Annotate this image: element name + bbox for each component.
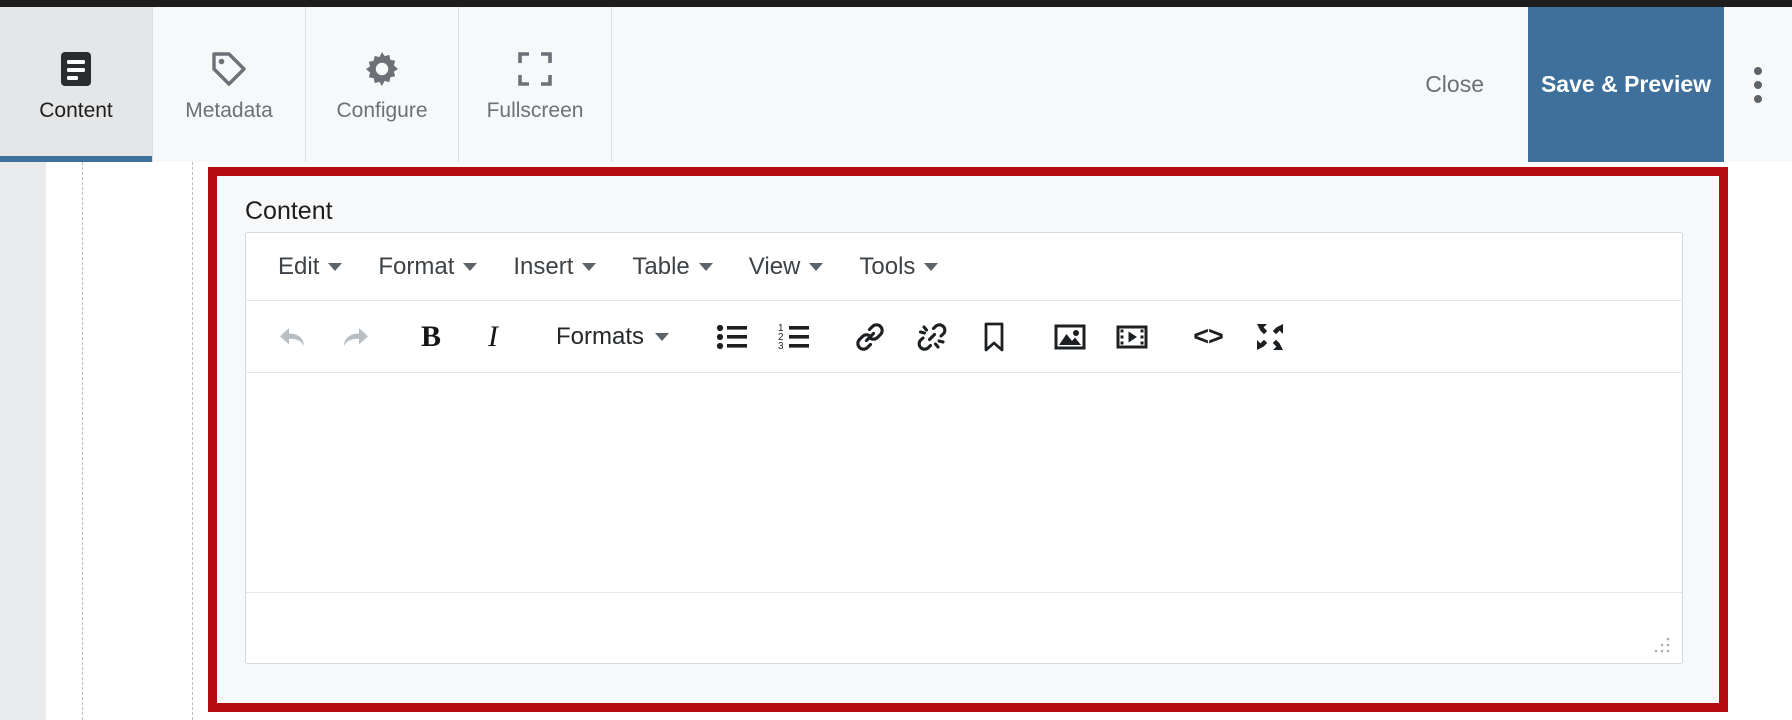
page-title: Content: [245, 197, 333, 225]
menu-insert-label: Insert: [513, 252, 574, 280]
gear-icon: [363, 49, 401, 89]
bold-glyph: B: [420, 319, 441, 353]
expand-corners-icon: [517, 49, 553, 89]
editor-statusbar: [246, 593, 1682, 663]
bold-icon[interactable]: B: [400, 306, 462, 368]
menu-view-label: View: [748, 252, 801, 280]
menu-table[interactable]: Table: [614, 245, 730, 289]
tab-content[interactable]: Content: [0, 7, 153, 162]
editor-toolbar: B I Formats 1 2 3 <>: [246, 301, 1682, 373]
menu-format-label: Format: [378, 252, 455, 280]
chevron-down-icon: [698, 262, 713, 271]
editor-page: Content Metadata Configure Fullscreen Cl…: [0, 0, 1792, 720]
layout-guide-line: [192, 162, 193, 720]
kebab-dot: [1754, 94, 1762, 103]
editor-menubar: Edit Format Insert Table View Tools: [246, 233, 1682, 301]
numbered-list-icon[interactable]: 1 2 3: [763, 306, 825, 368]
chevron-down-icon: [809, 262, 824, 271]
menu-edit-label: Edit: [278, 252, 320, 280]
media-icon[interactable]: [1101, 306, 1163, 368]
image-icon[interactable]: [1039, 306, 1101, 368]
app-header: Content Metadata Configure Fullscreen Cl…: [0, 7, 1792, 162]
chevron-down-icon: [463, 262, 478, 271]
menu-tools-label: Tools: [859, 252, 916, 280]
undo-icon[interactable]: [262, 306, 324, 368]
rich-text-editor: Edit Format Insert Table View Tools B I …: [245, 232, 1683, 664]
link-icon[interactable]: [839, 306, 901, 368]
menu-format[interactable]: Format: [360, 245, 495, 289]
formats-dropdown-label: Formats: [556, 322, 645, 350]
italic-glyph: I: [488, 319, 498, 353]
tab-configure-label: Configure: [336, 98, 428, 122]
bullet-list-icon[interactable]: [701, 306, 763, 368]
tag-icon: [210, 49, 248, 89]
kebab-dot: [1754, 66, 1762, 75]
left-rail: [0, 162, 46, 720]
content-highlight-annotation: Content Edit Format Insert Table View To…: [208, 167, 1728, 712]
fullscreen-icon[interactable]: [1239, 306, 1301, 368]
chevron-down-icon: [924, 262, 939, 271]
menu-table-label: Table: [632, 252, 690, 280]
menu-tools[interactable]: Tools: [841, 245, 956, 289]
header-spacer: [612, 7, 1381, 162]
source-code-glyph: <>: [1193, 321, 1224, 351]
header-tab-group: Content Metadata Configure Fullscreen: [0, 7, 612, 162]
window-top-edge: [0, 0, 1792, 7]
formats-dropdown[interactable]: Formats: [538, 306, 687, 368]
resize-handle-icon[interactable]: [1653, 636, 1671, 654]
kebab-dot: [1754, 80, 1762, 89]
bookmark-icon[interactable]: [963, 306, 1025, 368]
tab-fullscreen-label: Fullscreen: [486, 98, 584, 122]
tab-metadata[interactable]: Metadata: [153, 7, 306, 162]
tab-metadata-label: Metadata: [185, 98, 273, 122]
document-lines-icon: [59, 49, 93, 89]
menu-edit[interactable]: Edit: [260, 245, 360, 289]
layout-guide-line: [82, 162, 83, 720]
chevron-down-icon: [328, 262, 343, 271]
unlink-icon[interactable]: [901, 306, 963, 368]
source-code-icon[interactable]: <>: [1177, 306, 1239, 368]
chevron-down-icon: [655, 332, 670, 341]
save-and-preview-button[interactable]: Save & Preview: [1528, 7, 1724, 162]
editor-content-area[interactable]: [246, 373, 1682, 593]
menu-insert[interactable]: Insert: [495, 245, 614, 289]
tab-content-label: Content: [39, 98, 113, 122]
chevron-down-icon: [582, 262, 597, 271]
menu-view[interactable]: View: [731, 245, 842, 289]
tab-fullscreen[interactable]: Fullscreen: [459, 7, 612, 162]
redo-icon[interactable]: [324, 306, 386, 368]
kebab-menu-icon[interactable]: [1724, 7, 1792, 162]
svg-text:3: 3: [778, 341, 784, 352]
close-button[interactable]: Close: [1381, 7, 1528, 162]
tab-configure[interactable]: Configure: [306, 7, 459, 162]
italic-icon[interactable]: I: [462, 306, 524, 368]
